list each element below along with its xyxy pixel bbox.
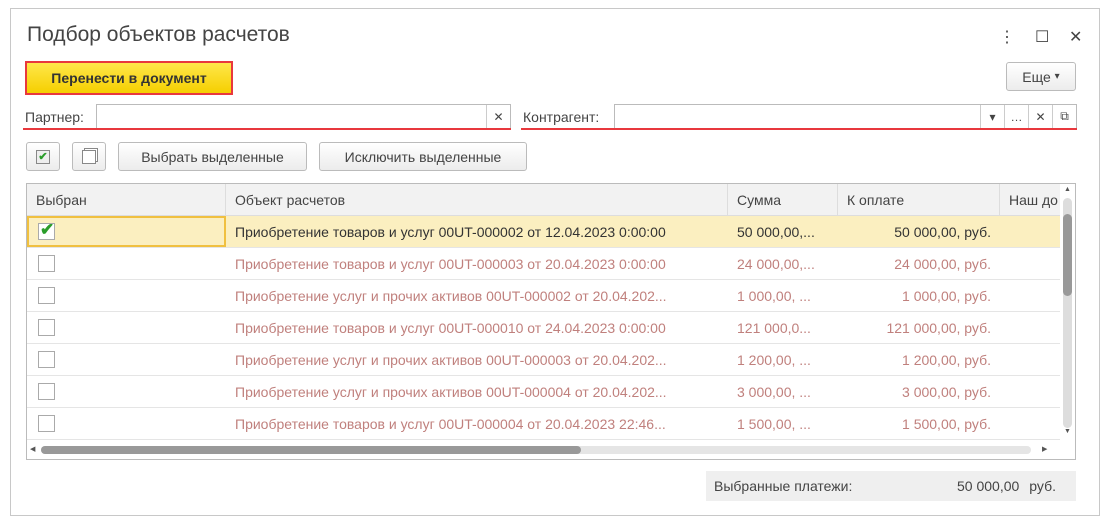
highlight-underline (23, 128, 511, 130)
our-cell (1000, 280, 1062, 311)
to-pay-cell: 1 500,00, руб. (902, 416, 991, 432)
selected-cell (27, 408, 226, 439)
partner-field[interactable]: ✕ (96, 104, 511, 129)
object-cell: Приобретение товаров и услуг 00UT-000003… (235, 256, 666, 272)
our-cell (1000, 248, 1062, 279)
table-row[interactable]: Приобретение услуг и прочих активов 00UT… (27, 344, 1062, 376)
our-cell (1000, 216, 1062, 247)
to-pay-cell: 1 200,00, руб. (902, 352, 991, 368)
window-title: Подбор объектов расчетов (27, 23, 290, 46)
selected-payments-summary: Выбранные платежи: 50 000,00 руб. (706, 471, 1076, 501)
select-selected-button[interactable]: Выбрать выделенные (118, 142, 307, 171)
contractor-label: Контрагент: (523, 109, 600, 125)
close-icon[interactable]: ✕ (1069, 27, 1082, 47)
selected-payments-label: Выбранные платежи: (714, 478, 853, 494)
our-cell (1000, 376, 1062, 407)
object-cell: Приобретение услуг и прочих активов 00UT… (235, 352, 667, 368)
dialog-window: Подбор объектов расчетов ⋮ ☐ ✕ Перенести… (10, 8, 1100, 516)
object-cell: Приобретение товаров и услуг 00UT-000010… (235, 320, 666, 336)
selected-cell (27, 248, 226, 279)
sum-cell: 3 000,00, ... (737, 384, 811, 400)
column-header-to-pay[interactable]: К оплате (838, 184, 1000, 215)
to-pay-cell: 50 000,00, руб. (894, 224, 991, 240)
object-cell: Приобретение товаров и услуг 00UT-000004… (235, 416, 666, 432)
selected-cell (27, 280, 226, 311)
more-button[interactable]: Еще ▾ (1006, 62, 1076, 91)
sum-cell: 24 000,00,... (737, 256, 815, 272)
row-checkbox[interactable] (38, 415, 55, 432)
horizontal-scrollbar[interactable]: ◀ ▶ (27, 441, 1062, 459)
highlight-underline (521, 128, 1077, 130)
open-icon[interactable]: ⧉ (1052, 105, 1076, 128)
to-pay-cell: 121 000,00, руб. (886, 320, 991, 336)
clear-icon[interactable]: ✕ (486, 105, 510, 128)
partner-label: Партнер: (25, 109, 84, 125)
selected-cell (27, 312, 226, 343)
more-icon[interactable]: ⋮ (999, 27, 1015, 47)
our-cell (1000, 312, 1062, 343)
row-checkbox[interactable] (38, 383, 55, 400)
row-checkbox[interactable]: ✔ (38, 220, 55, 240)
column-header-selected[interactable]: Выбран (27, 184, 226, 215)
scrollbar-thumb[interactable] (41, 446, 581, 454)
to-pay-cell: 24 000,00, руб. (894, 256, 991, 272)
transfer-to-document-button[interactable]: Перенести в документ (25, 61, 233, 95)
scrollbar-thumb[interactable] (1063, 214, 1072, 296)
row-checkbox[interactable] (38, 351, 55, 368)
our-cell (1000, 344, 1062, 375)
uncheck-all-icon (82, 149, 96, 164)
sum-cell: 50 000,00,... (737, 224, 815, 240)
table-row[interactable]: Приобретение товаров и услуг 00UT-000004… (27, 408, 1062, 440)
table-row[interactable]: Приобретение товаров и услуг 00UT-000010… (27, 312, 1062, 344)
contractor-field[interactable]: ▾ … ✕ ⧉ (614, 104, 1077, 129)
maximize-icon[interactable]: ☐ (1035, 27, 1049, 47)
object-cell: Приобретение услуг и прочих активов 00UT… (235, 384, 667, 400)
clear-icon[interactable]: ✕ (1028, 105, 1052, 128)
table-row[interactable]: Приобретение товаров и услуг 00UT-000003… (27, 248, 1062, 280)
selected-payments-currency: руб. (1029, 478, 1056, 494)
objects-table: Выбран Объект расчетов Сумма К оплате На… (26, 183, 1076, 460)
row-checkbox[interactable] (38, 287, 55, 304)
column-header-sum[interactable]: Сумма (728, 184, 838, 215)
to-pay-cell: 3 000,00, руб. (902, 384, 991, 400)
row-checkbox[interactable] (38, 319, 55, 336)
select-ellipsis-icon[interactable]: … (1004, 105, 1028, 128)
check-all-icon: ✔ (36, 149, 50, 164)
row-checkbox[interactable] (38, 255, 55, 272)
check-all-button[interactable]: ✔ (26, 142, 60, 171)
object-cell: Приобретение услуг и прочих активов 00UT… (235, 288, 667, 304)
selected-cell: ✔ (27, 216, 226, 247)
table-row[interactable]: ✔ Приобретение товаров и услуг 00UT-0000… (27, 216, 1062, 248)
our-cell (1000, 408, 1062, 439)
selected-cell (27, 376, 226, 407)
chevron-down-icon: ▾ (1054, 71, 1060, 82)
sum-cell: 121 000,0... (737, 320, 811, 336)
exclude-selected-button[interactable]: Исключить выделенные (319, 142, 527, 171)
to-pay-cell: 1 000,00, руб. (902, 288, 991, 304)
table-row[interactable]: Приобретение услуг и прочих активов 00UT… (27, 376, 1062, 408)
sum-cell: 1 200,00, ... (737, 352, 811, 368)
selected-cell (27, 344, 226, 375)
column-header-our[interactable]: Наш до (1000, 184, 1062, 215)
sum-cell: 1 000,00, ... (737, 288, 811, 304)
sum-cell: 1 500,00, ... (737, 416, 811, 432)
table-header: Выбран Объект расчетов Сумма К оплате На… (27, 184, 1062, 216)
table-row[interactable]: Приобретение услуг и прочих активов 00UT… (27, 280, 1062, 312)
checkmark-icon: ✔ (40, 220, 55, 239)
vertical-scrollbar[interactable]: ▲ ▼ (1060, 184, 1075, 442)
more-label: Еще (1022, 68, 1051, 85)
selected-payments-value: 50 000,00 (957, 478, 1020, 494)
object-cell: Приобретение товаров и услуг 00UT-000002… (235, 224, 666, 240)
uncheck-all-button[interactable] (72, 142, 106, 171)
dropdown-icon[interactable]: ▾ (980, 105, 1004, 128)
column-header-object[interactable]: Объект расчетов (226, 184, 728, 215)
